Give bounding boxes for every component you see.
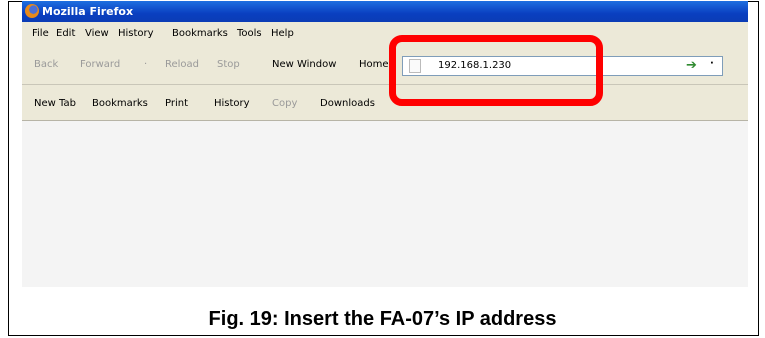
forward-button[interactable]: Forward — [80, 59, 120, 70]
bookmarks-button[interactable]: Bookmarks — [92, 98, 148, 109]
go-arrow-icon[interactable]: ➔ — [686, 58, 697, 73]
reload-button[interactable]: Reload — [165, 59, 199, 70]
menu-history[interactable]: History — [118, 28, 154, 39]
menu-tools[interactable]: Tools — [237, 28, 262, 39]
title-bar: Mozilla Firefox — [22, 1, 748, 22]
copy-button[interactable]: Copy — [272, 98, 297, 109]
new-tab-button[interactable]: New Tab — [34, 98, 76, 109]
page-content-area — [22, 121, 748, 287]
new-window-button[interactable]: New Window — [272, 59, 336, 70]
bookmarks-toolbar: New Tab Bookmarks Print History Copy Dow… — [22, 85, 748, 121]
firefox-logo-icon — [25, 4, 39, 18]
menu-view[interactable]: View — [85, 28, 109, 39]
home-button[interactable]: Home — [359, 59, 389, 70]
figure-caption: Fig. 19: Insert the FA-07’s IP address — [208, 308, 557, 330]
history-button[interactable]: History — [214, 98, 250, 109]
menu-edit[interactable]: Edit — [56, 28, 75, 39]
menu-help[interactable]: Help — [271, 28, 294, 39]
print-button[interactable]: Print — [165, 98, 188, 109]
toolbar-dot: · — [144, 59, 148, 70]
address-highlight-box — [389, 35, 603, 106]
window-title: Mozilla Firefox — [42, 5, 134, 18]
dropdown-dot-icon[interactable]: · — [710, 58, 714, 69]
stop-button[interactable]: Stop — [217, 59, 240, 70]
menu-bookmarks[interactable]: Bookmarks — [172, 28, 228, 39]
downloads-button[interactable]: Downloads — [320, 98, 375, 109]
browser-screenshot: Mozilla Firefox File Edit View History B… — [22, 1, 748, 287]
back-button[interactable]: Back — [34, 59, 58, 70]
menu-bar: File Edit View History Bookmarks Tools H… — [22, 22, 748, 45]
menu-file[interactable]: File — [32, 28, 49, 39]
navigation-toolbar: Back Forward · Reload Stop New Window Ho… — [22, 45, 748, 85]
